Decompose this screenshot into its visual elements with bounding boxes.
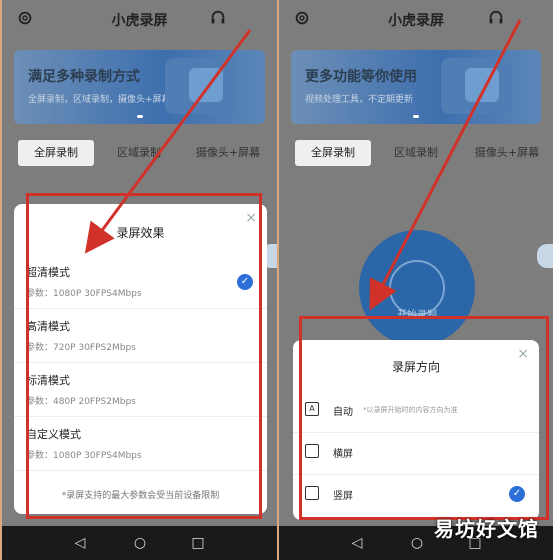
tab-camera-screen[interactable]: 摄像头+屏幕 <box>188 140 268 166</box>
banner-title: 更多功能等你使用 <box>305 69 417 85</box>
back-icon[interactable]: ◁ <box>349 535 365 551</box>
floating-assistant[interactable] <box>537 244 553 268</box>
tab-fullscreen[interactable]: 全屏录制 <box>18 140 94 166</box>
camera-illustration <box>189 68 223 102</box>
banner-subtitle: 视频处理工具，不定期更新 <box>305 95 414 105</box>
home-icon[interactable]: ○ <box>132 535 148 551</box>
system-nav-bar: ◁ ○ □ <box>2 526 277 560</box>
app-title: 小虎录屏 <box>111 13 168 29</box>
watermark: 易坊好文馆 <box>434 517 539 541</box>
banner-subtitle: 全屏录制，区域录制，摄像头+屏幕 <box>28 95 171 105</box>
top-bar: 小虎录屏 <box>2 0 277 38</box>
tab-region[interactable]: 区域录制 <box>383 140 449 166</box>
headset-icon[interactable] <box>209 9 227 27</box>
banner-indicator <box>136 115 143 118</box>
annotation-box <box>299 316 549 520</box>
home-icon[interactable]: ○ <box>409 535 425 551</box>
annotation-box <box>26 193 262 519</box>
top-bar: 小虎录屏 <box>279 0 553 38</box>
tab-fullscreen[interactable]: 全屏录制 <box>295 140 371 166</box>
play-illustration <box>465 68 499 102</box>
promo-banner[interactable]: 更多功能等你使用 视频处理工具，不定期更新 <box>291 50 541 124</box>
tab-region[interactable]: 区域录制 <box>106 140 172 166</box>
recents-icon[interactable]: □ <box>190 535 206 551</box>
tab-camera-screen[interactable]: 摄像头+屏幕 <box>465 140 549 166</box>
promo-banner[interactable]: 满足多种录制方式 全屏录制，区域录制，摄像头+屏幕 <box>14 50 265 124</box>
right-phone-screen: 小虎录屏 更多功能等你使用 视频处理工具，不定期更新 全屏录制 区域录制 摄像头… <box>277 0 553 560</box>
record-mode-tabs: 全屏录制 区域录制 摄像头+屏幕 <box>14 140 271 166</box>
record-mode-tabs: 全屏录制 区域录制 摄像头+屏幕 <box>291 140 547 166</box>
back-icon[interactable]: ◁ <box>72 535 88 551</box>
banner-title: 满足多种录制方式 <box>28 69 140 85</box>
app-title: 小虎录屏 <box>388 13 444 29</box>
left-phone-screen: 小虎录屏 满足多种录制方式 全屏录制，区域录制，摄像头+屏幕 全屏录制 区域录制… <box>0 0 279 560</box>
banner-indicator <box>413 115 419 118</box>
headset-icon[interactable] <box>487 9 505 27</box>
